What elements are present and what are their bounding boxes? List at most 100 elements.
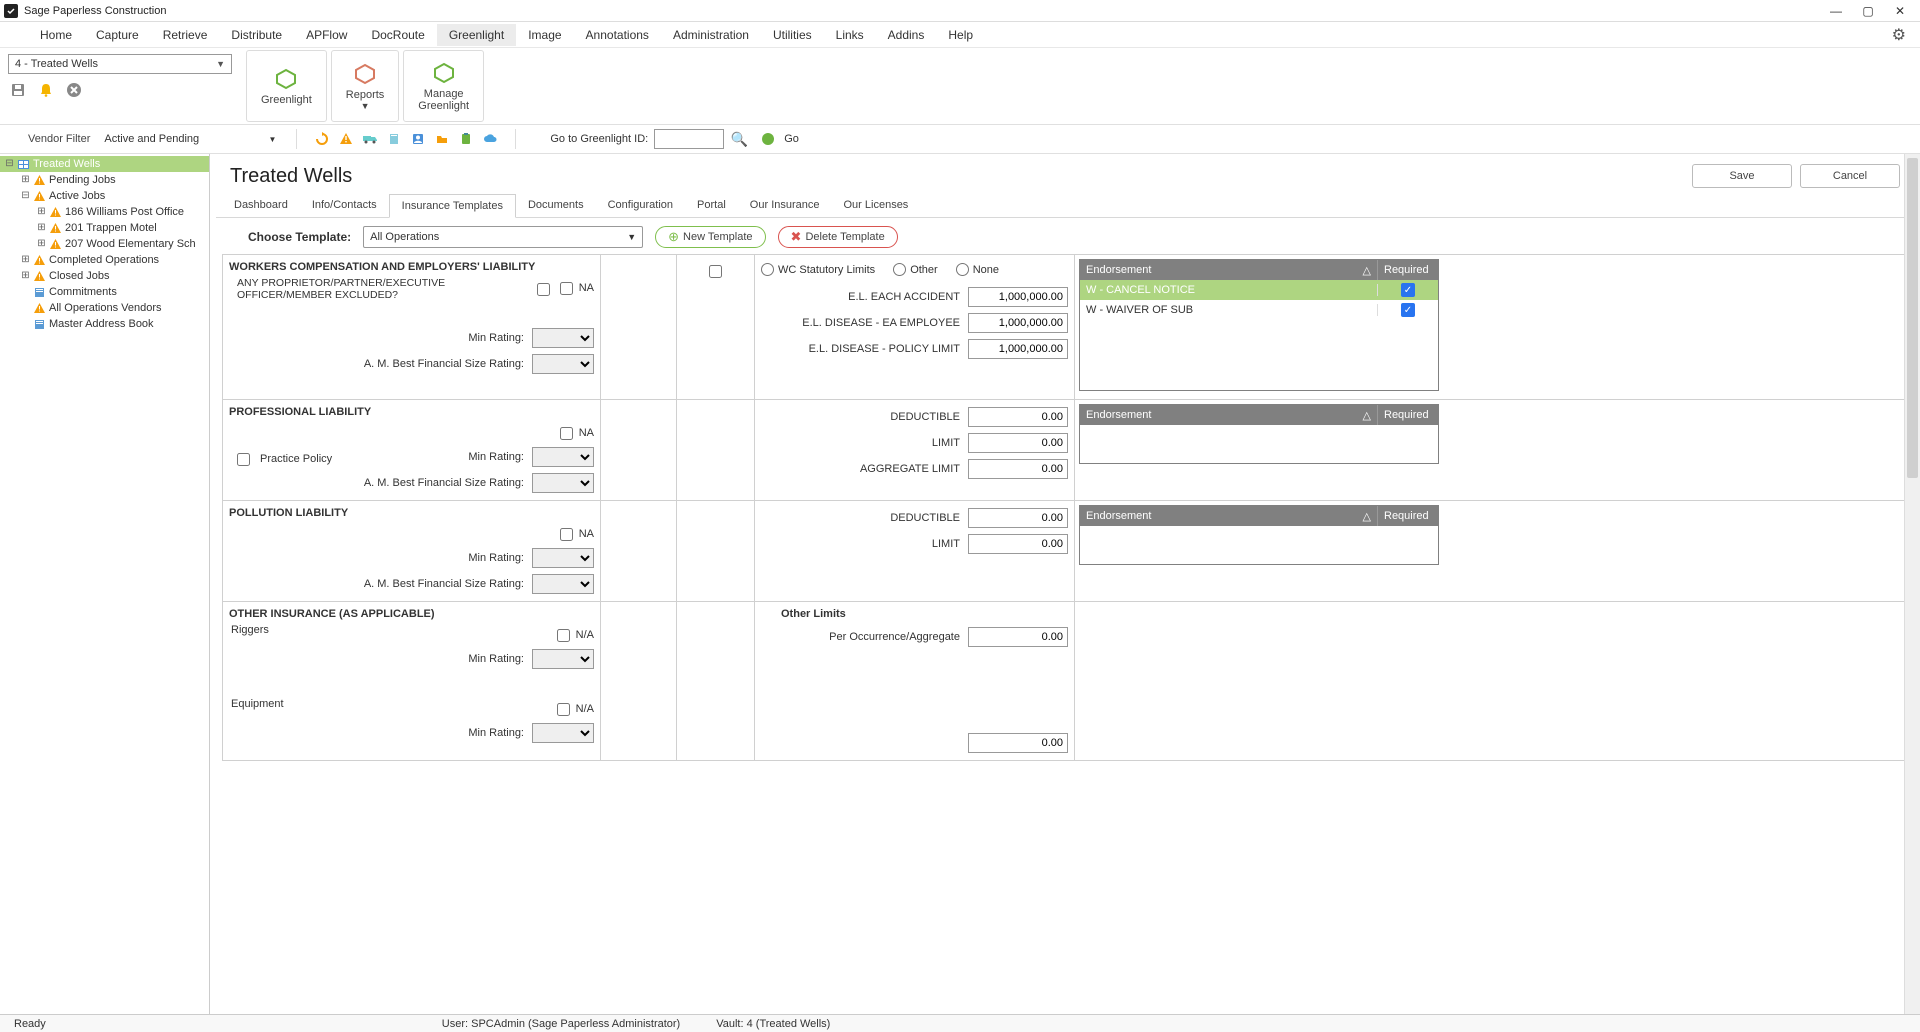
- menu-docroute[interactable]: DocRoute: [359, 24, 436, 46]
- menu-annotations[interactable]: Annotations: [574, 24, 661, 46]
- menu-apflow[interactable]: APFlow: [294, 24, 359, 46]
- tree-node[interactable]: ⊞186 Williams Post Office: [0, 204, 209, 220]
- per-occ-input[interactable]: [968, 627, 1068, 647]
- sort-icon[interactable]: △: [1363, 409, 1371, 422]
- truck-icon[interactable]: [361, 130, 379, 148]
- prof-practice-checkbox[interactable]: [237, 453, 250, 466]
- tab-info-contacts[interactable]: Info/Contacts: [300, 194, 389, 217]
- scrollbar[interactable]: [1904, 154, 1920, 1014]
- workers-radio-none[interactable]: None: [956, 263, 999, 276]
- tree-node[interactable]: ⊞Completed Operations: [0, 252, 209, 268]
- refresh-icon[interactable]: [313, 130, 331, 148]
- expander-icon[interactable]: ⊞: [20, 271, 31, 281]
- goto-greenlight-input[interactable]: [654, 129, 724, 149]
- poll-amount-1[interactable]: [968, 534, 1068, 554]
- search-icon[interactable]: 🔍: [730, 130, 748, 148]
- close-x-icon[interactable]: [64, 80, 84, 100]
- prof-amount-0[interactable]: [968, 407, 1068, 427]
- folder-icon[interactable]: [433, 130, 451, 148]
- expander-icon[interactable]: ⊞: [20, 175, 31, 185]
- go-button[interactable]: Go: [784, 133, 799, 145]
- minimize-button[interactable]: —: [1820, 1, 1852, 21]
- poll-min-rating-select[interactable]: [532, 548, 594, 568]
- person-icon[interactable]: [409, 130, 427, 148]
- tab-our-licenses[interactable]: Our Licenses: [832, 194, 921, 217]
- workers-amount-1[interactable]: [968, 313, 1068, 333]
- expander-icon[interactable]: ⊞: [36, 207, 47, 217]
- tab-insurance-templates[interactable]: Insurance Templates: [389, 194, 516, 218]
- cancel-button[interactable]: Cancel: [1800, 164, 1900, 188]
- workers-ambest-select[interactable]: [532, 354, 594, 374]
- workers-na-checkbox[interactable]: [560, 282, 573, 295]
- tree-node[interactable]: ⊞207 Wood Elementary Sch: [0, 236, 209, 252]
- warning-icon[interactable]: [337, 130, 355, 148]
- rigger-na-checkbox[interactable]: [557, 629, 570, 642]
- vendor-filter-select[interactable]: Active and Pending ▼: [100, 129, 280, 149]
- tree-root[interactable]: ⊟Treated Wells: [0, 156, 209, 172]
- equip-limit-input[interactable]: [968, 733, 1068, 753]
- tree-node[interactable]: Commitments: [0, 284, 209, 300]
- prof-min-rating-select[interactable]: [532, 447, 594, 467]
- vault-combo[interactable]: 4 - Treated Wells ▼: [8, 54, 232, 74]
- bell-icon[interactable]: [36, 80, 56, 100]
- equip-min-rating-select[interactable]: [532, 723, 594, 743]
- poll-na-checkbox[interactable]: [560, 528, 573, 541]
- tab-portal[interactable]: Portal: [685, 194, 738, 217]
- expander-icon[interactable]: ⊞: [36, 239, 47, 249]
- menu-addins[interactable]: Addins: [876, 24, 937, 46]
- tab-documents[interactable]: Documents: [516, 194, 596, 217]
- tree-node[interactable]: ⊞Pending Jobs: [0, 172, 209, 188]
- endorsement-row[interactable]: W - WAIVER OF SUB✓: [1080, 300, 1438, 320]
- cloud-icon[interactable]: [481, 130, 499, 148]
- poll-ambest-select[interactable]: [532, 574, 594, 594]
- menu-administration[interactable]: Administration: [661, 24, 761, 46]
- workers-amount-2[interactable]: [968, 339, 1068, 359]
- ribbon-manage[interactable]: Manage Greenlight: [403, 50, 484, 122]
- menu-greenlight[interactable]: Greenlight: [437, 24, 516, 46]
- tree-node[interactable]: ⊟Active Jobs: [0, 188, 209, 204]
- workers-min-rating-select[interactable]: [532, 328, 594, 348]
- close-button[interactable]: ✕: [1884, 1, 1916, 21]
- menu-distribute[interactable]: Distribute: [219, 24, 294, 46]
- menu-image[interactable]: Image: [516, 24, 573, 46]
- menu-capture[interactable]: Capture: [84, 24, 151, 46]
- doc-icon[interactable]: [385, 130, 403, 148]
- tab-dashboard[interactable]: Dashboard: [222, 194, 300, 217]
- sort-icon[interactable]: △: [1363, 510, 1371, 523]
- prof-amount-2[interactable]: [968, 459, 1068, 479]
- workers-amount-0[interactable]: [968, 287, 1068, 307]
- endorsement-row[interactable]: W - CANCEL NOTICE✓: [1080, 280, 1438, 300]
- prof-na-checkbox[interactable]: [560, 427, 573, 440]
- menu-retrieve[interactable]: Retrieve: [151, 24, 220, 46]
- save-button[interactable]: Save: [1692, 164, 1792, 188]
- menu-links[interactable]: Links: [824, 24, 876, 46]
- tree-node[interactable]: All Operations Vendors: [0, 300, 209, 316]
- equip-na-checkbox[interactable]: [557, 703, 570, 716]
- new-template-button[interactable]: ⊕New Template: [655, 226, 765, 248]
- clipboard-icon[interactable]: [457, 130, 475, 148]
- ribbon-reports[interactable]: Reports▼: [331, 50, 400, 122]
- gear-icon[interactable]: ⚙: [1892, 25, 1906, 45]
- sort-icon[interactable]: △: [1363, 264, 1371, 277]
- prof-amount-1[interactable]: [968, 433, 1068, 453]
- choose-template-select[interactable]: All Operations ▼: [363, 226, 643, 248]
- menu-utilities[interactable]: Utilities: [761, 24, 824, 46]
- menu-home[interactable]: Home: [28, 24, 84, 46]
- expander-icon[interactable]: ⊞: [36, 223, 47, 233]
- expander-icon[interactable]: ⊞: [20, 255, 31, 265]
- delete-template-button[interactable]: ✖Delete Template: [778, 226, 898, 248]
- rigger-min-rating-select[interactable]: [532, 649, 594, 669]
- workers-col-checkbox[interactable]: [709, 265, 722, 278]
- ribbon-greenlight[interactable]: Greenlight: [246, 50, 327, 122]
- expander-icon[interactable]: ⊟: [4, 159, 15, 169]
- tree-node[interactable]: Master Address Book: [0, 316, 209, 332]
- menu-help[interactable]: Help: [936, 24, 985, 46]
- tab-our-insurance[interactable]: Our Insurance: [738, 194, 832, 217]
- tree-node[interactable]: ⊞Closed Jobs: [0, 268, 209, 284]
- tree-node[interactable]: ⊞201 Trappen Motel: [0, 220, 209, 236]
- workers-radio-other[interactable]: Other: [893, 263, 938, 276]
- prof-ambest-select[interactable]: [532, 473, 594, 493]
- maximize-button[interactable]: ▢: [1852, 1, 1884, 21]
- workers-radio-wc[interactable]: WC Statutory Limits: [761, 263, 875, 276]
- poll-amount-0[interactable]: [968, 508, 1068, 528]
